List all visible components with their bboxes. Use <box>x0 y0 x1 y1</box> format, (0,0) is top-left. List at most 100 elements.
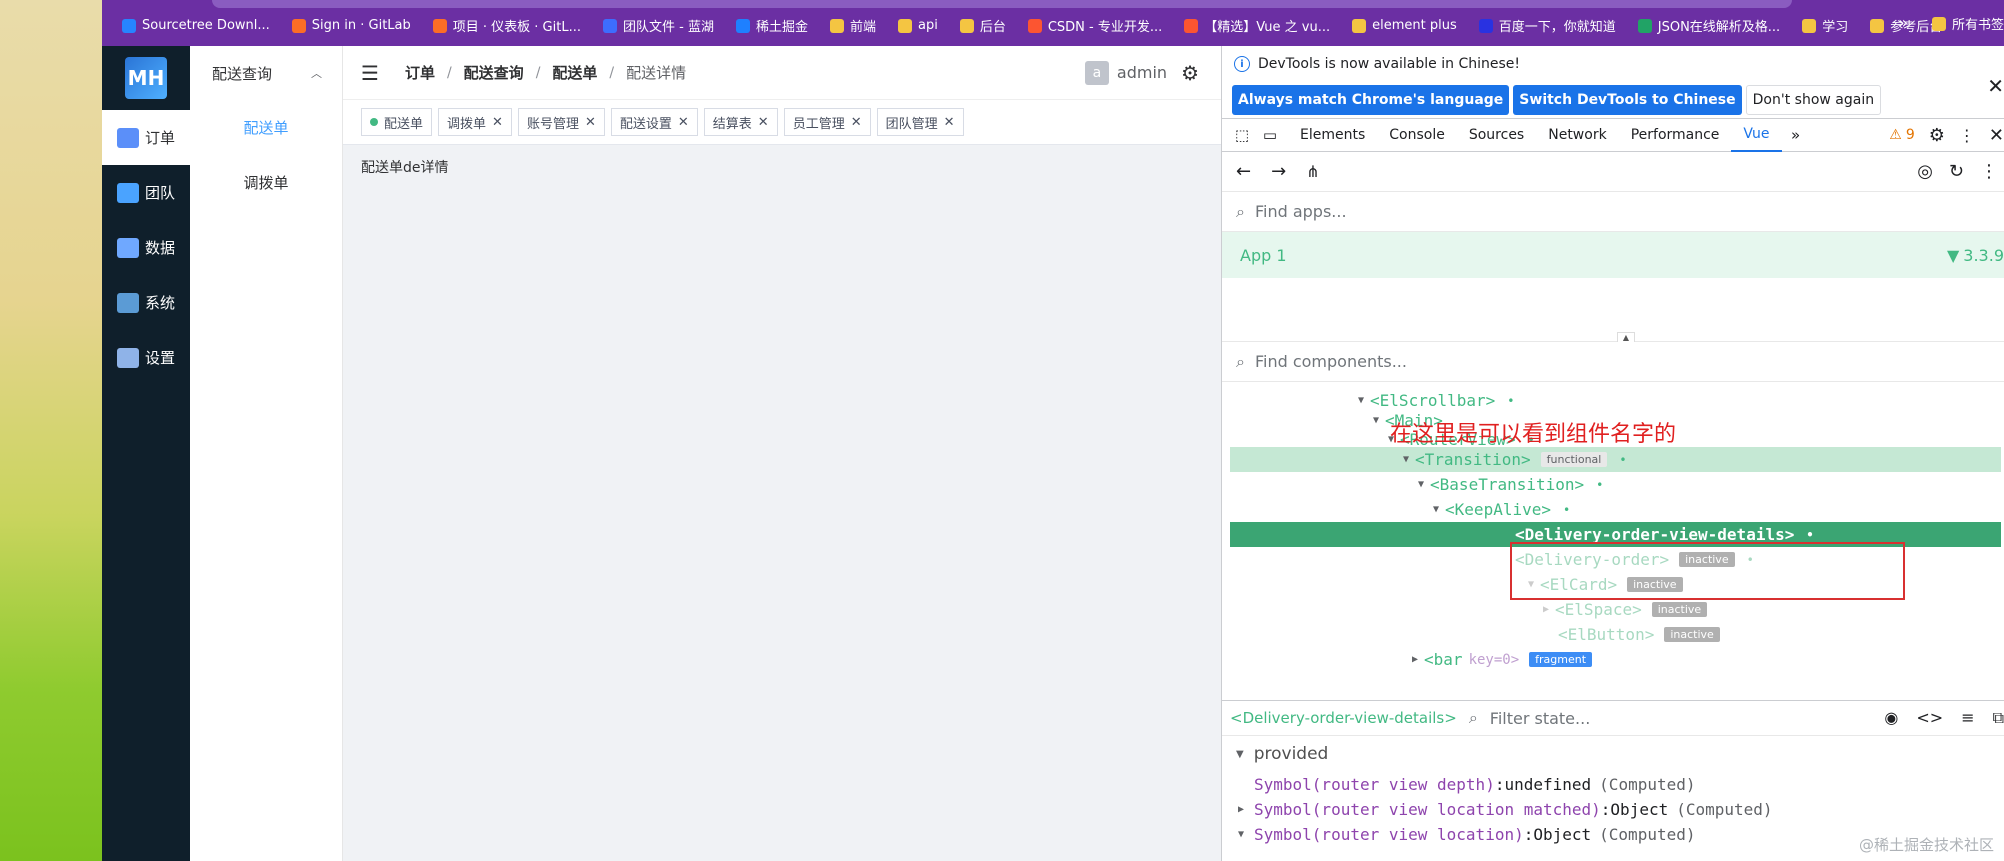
nav-item[interactable]: 系统 <box>102 275 190 330</box>
nav-item[interactable]: 订单 <box>102 110 190 165</box>
nav-item[interactable]: 设置 <box>102 330 190 385</box>
bookmark-item[interactable]: 学习 <box>1794 14 1856 37</box>
breadcrumb-item[interactable]: 配送单 <box>552 62 597 83</box>
tab-console[interactable]: Console <box>1377 118 1457 152</box>
filter-state-input[interactable] <box>1489 708 1820 728</box>
more-tabs-icon[interactable]: » <box>1786 125 1806 145</box>
expanded-arrow-icon: ▼ <box>1403 454 1410 465</box>
provided-section-header[interactable]: ▼ provided <box>1222 736 2004 772</box>
tab-tag[interactable]: 配送单 <box>361 108 433 136</box>
gear-icon[interactable]: ⚙ <box>1181 61 1199 85</box>
language-infobar: i DevTools is now available in Chinese! <box>1222 46 2004 82</box>
tab-elements[interactable]: Elements <box>1288 118 1377 152</box>
tab-tag[interactable]: 团队管理 ✕ <box>876 108 964 136</box>
inspect-element-icon[interactable]: ⬚ <box>1232 125 1252 145</box>
breadcrumb-item[interactable]: 订单 <box>405 62 435 83</box>
nav-item[interactable]: 团队 <box>102 165 190 220</box>
nav-item[interactable]: 数据 <box>102 220 190 275</box>
provided-entry[interactable]: Symbol(router view depth): undefined (Com… <box>1222 772 2004 797</box>
collapse-handle-icon[interactable]: ▲ <box>1617 332 1635 342</box>
info-icon: i <box>1234 56 1250 72</box>
bookmark-item[interactable]: CSDN - 专业开发... <box>1020 14 1170 37</box>
scroll-to-icon[interactable]: ≡ <box>1961 708 1974 728</box>
dont-show-again-button[interactable]: Don't show again <box>1745 85 1882 115</box>
bookmark-item[interactable]: api <box>890 14 946 37</box>
open-in-editor-icon[interactable]: ⧉ <box>1993 708 2004 728</box>
eye-icon[interactable]: ◉ <box>1884 708 1898 728</box>
app-list-item[interactable]: App 1 ▼ 3.3.9 <box>1222 232 2004 278</box>
kebab-menu-icon[interactable]: ⋮ <box>1959 126 1975 145</box>
refresh-icon[interactable]: ↻ <box>1949 161 1964 182</box>
component-tree-icon[interactable]: ⋔ <box>1306 162 1319 181</box>
avatar[interactable]: a <box>1084 60 1109 85</box>
bookmark-item[interactable]: 团队文件 - 蓝湖 <box>595 14 722 37</box>
search-icon: ⌕ <box>1236 351 1245 371</box>
tab-tag[interactable]: 结算表 ✕ <box>703 108 778 136</box>
find-components-input[interactable] <box>1254 352 1755 371</box>
tab-tag[interactable]: 调拨单 ✕ <box>438 108 512 136</box>
tab-network[interactable]: Network <box>1536 118 1618 152</box>
breadcrumb-separator: / <box>609 64 615 81</box>
all-bookmarks-folder[interactable]: 所有书签 <box>1931 14 2004 33</box>
tree-node[interactable]: ▼ <BaseTransition> • <box>1230 472 2001 497</box>
back-arrow-icon[interactable]: ← <box>1236 161 1251 182</box>
close-icon[interactable]: ✕ <box>1987 74 2004 98</box>
close-icon[interactable]: ✕ <box>678 115 689 130</box>
bookmark-favicon-icon <box>291 18 306 33</box>
tab-performance[interactable]: Performance <box>1619 118 1732 152</box>
all-bookmarks-label: 所有书签 <box>1951 18 2004 33</box>
tree-node[interactable]: ▼ <KeepAlive> • <box>1230 497 2001 522</box>
target-icon[interactable]: ◎ <box>1917 161 1933 182</box>
tab-tag[interactable]: 账号管理 ✕ <box>517 108 605 136</box>
bookmark-item[interactable]: 后台 <box>952 14 1014 37</box>
bookmark-item[interactable]: Sourcetree Downl... <box>114 14 278 37</box>
provided-entry[interactable]: ▶ Symbol(router view location matched): O… <box>1222 797 2004 822</box>
submenu-item-transfer[interactable]: 调拨单 <box>190 155 342 210</box>
device-toolbar-icon[interactable]: ▭ <box>1260 125 1280 145</box>
settings-icon[interactable]: ⚙ <box>1929 125 1945 146</box>
submenu-header[interactable]: 配送查询 ︿ <box>190 46 342 100</box>
forward-arrow-icon[interactable]: → <box>1271 161 1286 182</box>
close-icon[interactable]: ✕ <box>851 115 862 130</box>
tab-vue[interactable]: Vue <box>1731 118 1782 152</box>
tab-tag[interactable]: 配送设置 ✕ <box>610 108 698 136</box>
close-icon[interactable]: ✕ <box>492 115 503 130</box>
tree-node[interactable]: ▶ <ElSpace> inactive <box>1230 597 2001 622</box>
tab-tag[interactable]: 员工管理 ✕ <box>783 108 871 136</box>
submenu-item-delivery[interactable]: 配送单 <box>190 100 342 155</box>
bookmark-item[interactable]: Sign in · GitLab <box>284 14 419 37</box>
tab-sources[interactable]: Sources <box>1457 118 1536 152</box>
entry-meta: (Computed) <box>1676 800 1773 819</box>
close-icon[interactable]: ✕ <box>944 115 955 130</box>
find-apps-input[interactable] <box>1254 202 1755 221</box>
infobar-message: DevTools is now available in Chinese! <box>1258 56 1520 72</box>
bookmark-item[interactable]: 稀土掘金 <box>728 14 816 37</box>
close-icon[interactable]: ✕ <box>758 115 769 130</box>
breadcrumb-item[interactable]: 配送查询 <box>464 62 524 83</box>
bookmark-label: 百度一下，你就知道 <box>1498 20 1616 35</box>
bookmark-item[interactable]: JSON在线解析及格... <box>1630 14 1788 37</box>
close-icon[interactable]: ✕ <box>585 115 596 130</box>
bookmark-item[interactable]: 【精选】Vue 之 vu... <box>1176 14 1338 37</box>
username[interactable]: admin <box>1117 63 1167 82</box>
bookmark-item[interactable]: 百度一下，你就知道 <box>1471 14 1624 37</box>
more-bookmarks-icon[interactable]: » <box>1898 13 1908 32</box>
switch-language-button[interactable]: Switch DevTools to Chinese <box>1513 85 1742 115</box>
collapsed-arrow-icon: ▶ <box>1238 804 1245 815</box>
tree-node[interactable]: <ElButton> inactive <box>1230 622 2001 647</box>
bookmark-item[interactable]: 项目 · 仪表板 · GitL... <box>425 14 589 37</box>
tree-node[interactable]: ▶ <bar key=0> fragment <box>1230 647 2001 672</box>
menu-fold-icon[interactable]: ☰ <box>361 61 379 85</box>
match-language-button[interactable]: Always match Chrome's language <box>1232 85 1510 115</box>
bookmark-item[interactable]: 前端 <box>822 14 884 37</box>
bookmark-item[interactable]: element plus <box>1344 14 1465 37</box>
vue-more-icon[interactable]: ⋮ <box>1980 161 1998 182</box>
pane-splitter[interactable]: ▲ <box>1222 278 2004 342</box>
chevron-up-icon: ︿ <box>311 67 322 80</box>
entry-colon: : <box>1600 800 1611 819</box>
close-devtools-icon[interactable]: ✕ <box>1989 125 2004 146</box>
warnings-counter[interactable]: ⚠ 9 <box>1889 127 1914 143</box>
tree-node[interactable]: ▼ <Transition> functional • <box>1230 447 2001 472</box>
code-icon[interactable]: <> <box>1916 708 1943 728</box>
bookmark-label: 【精选】Vue 之 vu... <box>1204 20 1331 35</box>
